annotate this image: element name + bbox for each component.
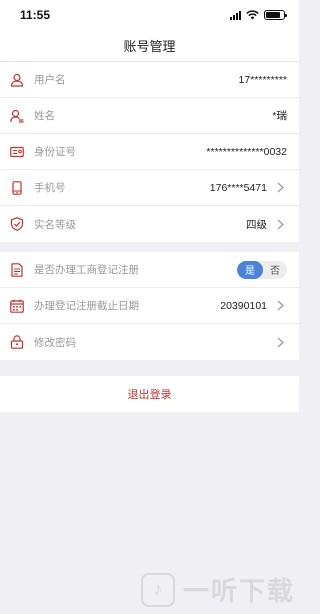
name-value: *瑞 — [272, 110, 287, 122]
username-value: 17********* — [238, 73, 287, 86]
name-label: 姓名 — [34, 110, 55, 122]
nav-bar: 账号管理 — [0, 30, 299, 62]
status-time: 11:55 — [20, 8, 51, 22]
phone-label: 手机号 — [34, 182, 66, 194]
toggle-yes-option[interactable]: 是 — [237, 260, 263, 279]
id-card-icon — [10, 145, 24, 159]
business-section: 是否办理工商登记注册 是 否 办理登记注册截止日期 20390101 修改密码 — [0, 252, 299, 360]
change-password-label: 修改密码 — [34, 336, 76, 349]
document-icon — [10, 262, 24, 277]
verification-level-label: 实名等级 — [34, 218, 76, 231]
logout-label: 退出登录 — [127, 389, 172, 401]
watermark: ♪ 一听下载 — [140, 571, 295, 608]
watermark-logo-icon: ♪ — [140, 572, 175, 607]
toggle-no-option[interactable]: 否 — [263, 261, 287, 279]
chevron-right-icon — [273, 182, 287, 193]
section-divider — [0, 360, 299, 376]
row-username: 用户名 17********* — [0, 62, 299, 98]
row-registration-deadline[interactable]: 办理登记注册截止日期 20390101 — [0, 288, 299, 324]
shield-check-icon — [10, 217, 24, 231]
status-bar: 11:55 — [0, 0, 299, 30]
verification-level-value: 四级 — [246, 218, 267, 231]
page-title: 账号管理 — [123, 39, 176, 54]
section-divider — [0, 242, 299, 252]
wifi-icon — [246, 10, 259, 20]
account-info-section: 用户名 17********* 姓名 *瑞 身份证号 *************… — [0, 62, 299, 242]
user-card-icon — [10, 109, 24, 123]
chevron-right-icon — [273, 337, 287, 348]
id-number-label: 身份证号 — [34, 146, 76, 158]
calendar-icon — [10, 299, 24, 313]
watermark-text: 一听下载 — [182, 576, 295, 606]
row-change-password[interactable]: 修改密码 — [0, 324, 299, 360]
row-id-number: 身份证号 **************0032 — [0, 134, 299, 170]
row-business-registration: 是否办理工商登记注册 是 否 — [0, 252, 299, 288]
user-icon — [10, 73, 24, 87]
chevron-right-icon — [273, 300, 287, 311]
registration-deadline-label: 办理登记注册截止日期 — [34, 300, 139, 312]
logout-button[interactable]: 退出登录 — [0, 376, 299, 412]
cellular-signal-icon — [230, 10, 241, 20]
username-label: 用户名 — [34, 74, 66, 86]
row-phone[interactable]: 手机号 176****5471 — [0, 170, 299, 206]
battery-icon — [264, 10, 287, 20]
id-number-value: **************0032 — [206, 145, 287, 158]
phone-value: 176****5471 — [209, 181, 267, 194]
mobile-phone-icon — [10, 180, 24, 195]
lock-icon — [10, 335, 24, 349]
row-verification-level[interactable]: 实名等级 四级 — [0, 206, 299, 242]
row-name: 姓名 *瑞 — [0, 98, 299, 134]
registration-toggle[interactable]: 是 否 — [237, 260, 287, 279]
status-indicators — [230, 10, 287, 20]
chevron-right-icon — [273, 219, 287, 230]
business-registration-label: 是否办理工商登记注册 — [34, 264, 139, 276]
registration-deadline-value: 20390101 — [220, 299, 267, 312]
